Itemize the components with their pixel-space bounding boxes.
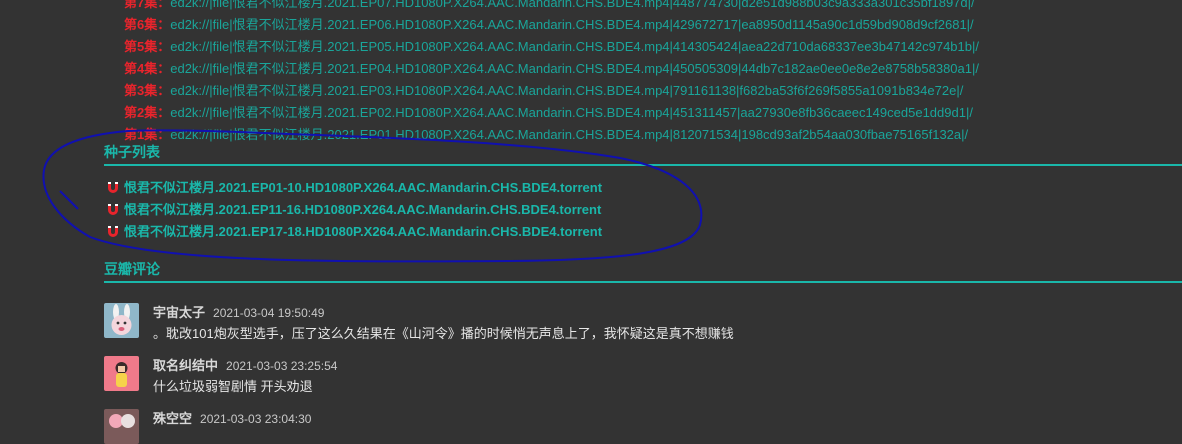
- torrent-link[interactable]: 恨君不似江楼月.2021.EP17-18.HD1080P.X264.AAC.Ma…: [124, 221, 602, 243]
- torrent-item[interactable]: 恨君不似江楼月.2021.EP11-16.HD1080P.X264.AAC.Ma…: [106, 199, 602, 221]
- ed2k-row: 第2集：ed2k://|file|恨君不似江楼月.2021.EP02.HD108…: [124, 102, 979, 124]
- episode-label: 第2集：: [124, 105, 171, 120]
- ed2k-link[interactable]: ed2k://|file|恨君不似江楼月.2021.EP03.HD1080P.X…: [170, 83, 963, 98]
- ed2k-link[interactable]: ed2k://|file|恨君不似江楼月.2021.EP05.HD1080P.X…: [170, 39, 979, 54]
- episode-label: 第6集：: [124, 17, 171, 32]
- torrent-item[interactable]: 恨君不似江楼月.2021.EP01-10.HD1080P.X264.AAC.Ma…: [106, 177, 602, 199]
- torrent-list: 恨君不似江楼月.2021.EP01-10.HD1080P.X264.AAC.Ma…: [106, 177, 602, 243]
- ed2k-link[interactable]: ed2k://|file|恨君不似江楼月.2021.EP04.HD1080P.X…: [170, 61, 979, 76]
- comment-item: 宇宙太子 2021-03-04 19:50:49 。耽改101炮灰型选手，压了这么…: [104, 303, 734, 344]
- episode-label: 第3集：: [124, 83, 171, 98]
- ed2k-row: 第4集：ed2k://|file|恨君不似江楼月.2021.EP04.HD108…: [124, 58, 979, 80]
- ed2k-link[interactable]: ed2k://|file|恨君不似江楼月.2021.EP06.HD1080P.X…: [170, 17, 973, 32]
- avatar[interactable]: [104, 356, 139, 391]
- comment-item: 殊空空 2021-03-03 23:04:30: [104, 409, 311, 444]
- ed2k-row: 第6集：ed2k://|file|恨君不似江楼月.2021.EP06.HD108…: [124, 14, 979, 36]
- avatar[interactable]: [104, 409, 139, 444]
- comment-time: 2021-03-03 23:25:54: [226, 359, 338, 373]
- ed2k-link[interactable]: ed2k://|file|恨君不似江楼月.2021.EP07.HD1080P.X…: [170, 0, 974, 10]
- episode-label: 第5集：: [124, 39, 171, 54]
- torrent-item[interactable]: 恨君不似江楼月.2021.EP17-18.HD1080P.X264.AAC.Ma…: [106, 221, 602, 243]
- episode-label: 第4集：: [124, 61, 171, 76]
- comment-time: 2021-03-03 23:04:30: [200, 412, 312, 426]
- ed2k-row: 第7集：ed2k://|file|恨君不似江楼月.2021.EP07.HD108…: [124, 0, 979, 14]
- ed2k-link[interactable]: ed2k://|file|恨君不似江楼月.2021.EP02.HD1080P.X…: [170, 105, 973, 120]
- comment-time: 2021-03-04 19:50:49: [213, 306, 325, 320]
- episode-label: 第7集：: [124, 0, 171, 10]
- ed2k-link-list: 第7集：ed2k://|file|恨君不似江楼月.2021.EP07.HD108…: [124, 0, 979, 146]
- ed2k-row: 第3集：ed2k://|file|恨君不似江楼月.2021.EP03.HD108…: [124, 80, 979, 102]
- episode-label: 第1集：: [124, 127, 171, 142]
- comment-user[interactable]: 殊空空: [153, 411, 192, 426]
- torrent-link[interactable]: 恨君不似江楼月.2021.EP11-16.HD1080P.X264.AAC.Ma…: [124, 199, 601, 221]
- avatar[interactable]: [104, 303, 139, 338]
- ed2k-row: 第5集：ed2k://|file|恨君不似江楼月.2021.EP05.HD108…: [124, 36, 979, 58]
- douban-section-title: 豆瓣评论: [104, 259, 1182, 283]
- comment-text: 什么垃圾弱智剧情 开头劝退: [153, 379, 313, 394]
- comment-user[interactable]: 取名纠结中: [153, 358, 218, 373]
- comment-user[interactable]: 宇宙太子: [153, 305, 205, 320]
- torrent-link[interactable]: 恨君不似江楼月.2021.EP01-10.HD1080P.X264.AAC.Ma…: [124, 177, 602, 199]
- torrent-section-title: 种子列表: [104, 142, 1182, 166]
- comment-text: 。耽改101炮灰型选手，压了这么久结果在《山河令》播的时候悄无声息上了，我怀疑这…: [153, 326, 734, 341]
- magnet-icon: [108, 204, 118, 215]
- ed2k-link[interactable]: ed2k://|file|恨君不似江楼月.2021.EP01.HD1080P.X…: [170, 127, 968, 142]
- comment-item: 取名纠结中 2021-03-03 23:25:54 什么垃圾弱智剧情 开头劝退: [104, 356, 337, 397]
- magnet-icon: [108, 182, 118, 193]
- magnet-icon: [108, 226, 118, 237]
